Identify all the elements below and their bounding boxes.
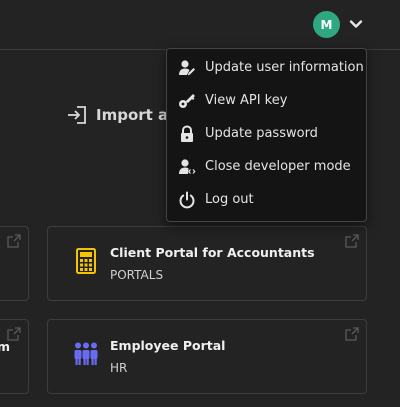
import-icon (68, 106, 86, 124)
menu-item-update-user-information[interactable]: Update user information (167, 51, 366, 84)
key-icon (178, 92, 196, 110)
user-edit-icon (178, 59, 196, 77)
menu-item-view-api-key[interactable]: View API key (167, 84, 366, 117)
external-link-icon[interactable] (7, 234, 21, 248)
people-icon (74, 342, 98, 365)
menu-item-update-password[interactable]: Update password (167, 117, 366, 150)
user-avatar[interactable]: M (313, 11, 340, 38)
card-title: Client Portal for Accountants (110, 245, 315, 260)
top-bar: M (0, 0, 400, 50)
card-subtitle: HR (110, 361, 128, 375)
card-subtitle: PORTALS (110, 268, 164, 282)
menu-item-label: Update password (205, 126, 318, 141)
app-card-client-portal[interactable]: Client Portal for Accountants PORTALS (47, 226, 367, 301)
user-dropdown-menu: Update user information View API key Upd… (166, 48, 367, 222)
external-link-icon[interactable] (7, 327, 21, 341)
chevron-down-icon[interactable] (347, 15, 365, 33)
card-title: m (0, 339, 11, 354)
calculator-icon (76, 248, 96, 274)
menu-item-label: Update user information (205, 60, 364, 75)
menu-item-log-out[interactable]: Log out (167, 183, 366, 216)
lock-icon (178, 124, 196, 143)
power-icon (178, 191, 196, 209)
external-link-icon[interactable] (345, 327, 359, 341)
card-title: Employee Portal (110, 338, 226, 353)
user-code-icon (178, 158, 196, 176)
menu-item-label: Log out (205, 192, 254, 207)
app-card[interactable] (0, 226, 29, 301)
menu-item-label: View API key (205, 93, 288, 108)
external-link-icon[interactable] (345, 234, 359, 248)
import-button[interactable]: Import ap (66, 105, 179, 125)
app-card-employee-portal[interactable]: Employee Portal HR (47, 319, 367, 394)
menu-item-close-developer-mode[interactable]: Close developer mode (167, 150, 366, 183)
menu-item-label: Close developer mode (205, 159, 351, 174)
app-card[interactable]: m (0, 319, 29, 394)
